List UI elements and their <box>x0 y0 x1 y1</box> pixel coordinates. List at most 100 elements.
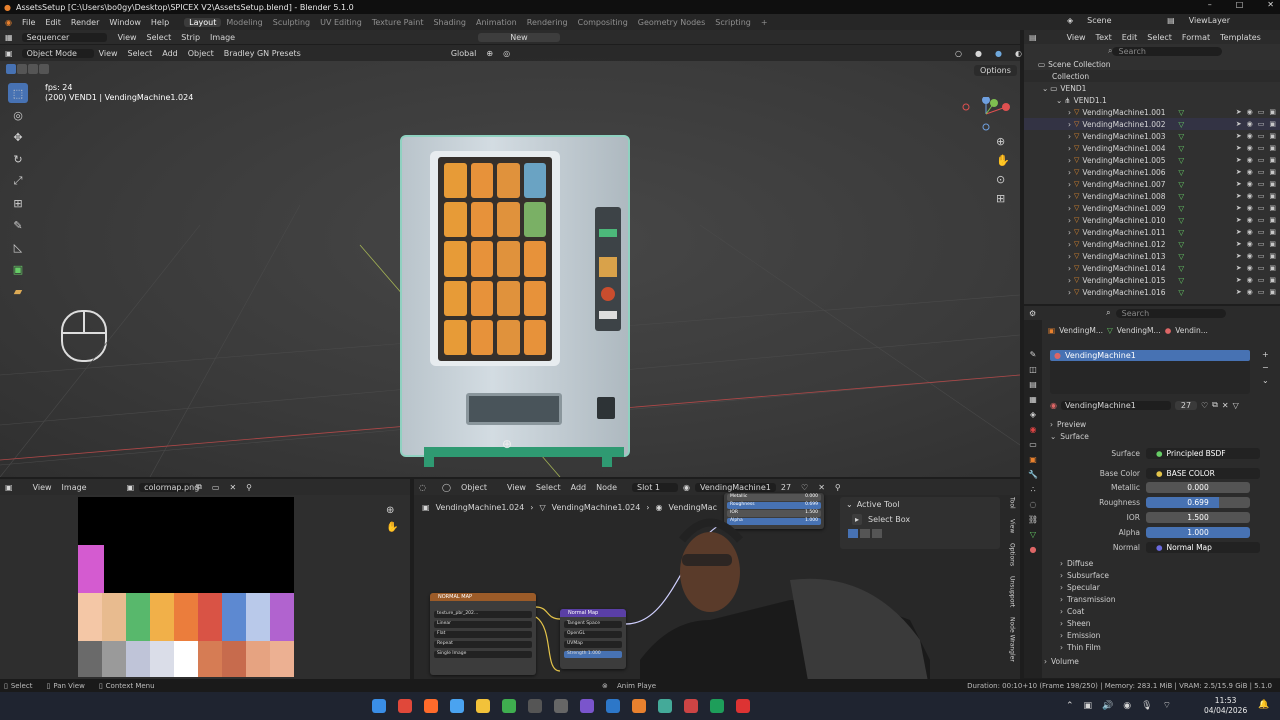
navigation-gizmo[interactable] <box>958 97 1014 131</box>
texture-image[interactable] <box>78 497 294 677</box>
outliner-object-row[interactable]: › ▽ VendingMachine1.016 ▽ ➤ ◉ ▭ ▣ <box>1024 286 1280 298</box>
expand-icon[interactable]: › <box>1068 276 1071 285</box>
start-menu-icon[interactable] <box>372 699 386 713</box>
collection-row[interactable]: Collection <box>1024 70 1280 82</box>
ior-field[interactable]: 1.500 <box>1146 512 1250 523</box>
tab-texture-paint[interactable]: Texture Paint <box>367 18 429 27</box>
bluetooth-app-icon[interactable] <box>450 699 464 713</box>
render-camera-icon[interactable]: ▣ <box>1269 180 1276 188</box>
outliner-object-row[interactable]: › ▽ VendingMachine1.013 ▽ ➤ ◉ ▭ ▣ <box>1024 250 1280 262</box>
render-camera-icon[interactable]: ▣ <box>1269 120 1276 128</box>
expand-icon[interactable]: › <box>1068 180 1071 189</box>
sidebar-tab-unsupport[interactable]: Unsupport <box>1009 576 1016 607</box>
menu-file[interactable]: File <box>17 18 40 27</box>
surface-shader-field[interactable]: ● Principled BSDF <box>1146 447 1260 459</box>
eye-icon[interactable]: ◉ <box>1247 192 1253 200</box>
selectable-icon[interactable]: ➤ <box>1236 108 1242 116</box>
selectable-icon[interactable]: ➤ <box>1236 288 1242 296</box>
brave-browser-icon[interactable] <box>398 699 412 713</box>
selectable-icon[interactable]: ➤ <box>1236 192 1242 200</box>
bsdf-subpanel-coat[interactable]: › Coat <box>1050 605 1280 617</box>
selectable-icon[interactable]: ➤ <box>1236 276 1242 284</box>
viewport-toggle-icon[interactable]: ▭ <box>1258 132 1265 140</box>
selectable-icon[interactable]: ➤ <box>1236 216 1242 224</box>
expand-icon[interactable]: › <box>1068 264 1071 273</box>
selectable-icon[interactable]: ➤ <box>1236 132 1242 140</box>
render-camera-icon[interactable]: ▣ <box>1269 108 1276 116</box>
menu-help[interactable]: Help <box>146 18 174 27</box>
outliner-object-row[interactable]: › ▽ VendingMachine1.015 ▽ ➤ ◉ ▭ ▣ <box>1024 274 1280 286</box>
render-camera-icon[interactable]: ▣ <box>1269 264 1276 272</box>
viewport-toggle-icon[interactable]: ▭ <box>1258 192 1265 200</box>
bsdf-subpanel-transmission[interactable]: › Transmission <box>1050 593 1280 605</box>
render-camera-icon[interactable]: ▣ <box>1269 204 1276 212</box>
eye-icon[interactable]: ◉ <box>1247 144 1253 152</box>
file-explorer-icon[interactable] <box>476 699 490 713</box>
image-browse-icon[interactable]: ▣ <box>122 483 140 492</box>
outliner-object-row[interactable]: › ▽ VendingMachine1.001 ▽ ➤ ◉ ▭ ▣ <box>1024 106 1280 118</box>
tab-compositing[interactable]: Compositing <box>573 18 633 27</box>
outliner-menu-select[interactable]: Select <box>1142 33 1177 42</box>
image-menu-image[interactable]: Image <box>57 483 92 492</box>
viewport-toggle-icon[interactable]: ▭ <box>1258 288 1265 296</box>
app-icon[interactable] <box>684 699 698 713</box>
selectable-icon[interactable]: ➤ <box>1236 204 1242 212</box>
image-menu-view[interactable]: View <box>28 483 57 492</box>
expand-icon[interactable]: › <box>1068 132 1071 141</box>
outliner-object-row[interactable]: › ▽ VendingMachine1.014 ▽ ➤ ◉ ▭ ▣ <box>1024 262 1280 274</box>
world-tab-icon[interactable]: ◉ <box>1030 425 1037 434</box>
app-icon[interactable] <box>658 699 672 713</box>
tool-tab-icon[interactable]: ✎ <box>1030 350 1037 359</box>
menu-window[interactable]: Window <box>104 18 146 27</box>
viewport-toggle-icon[interactable]: ▭ <box>1258 168 1265 176</box>
volume-section[interactable]: › Volume <box>1044 655 1280 667</box>
sidebar-tab-view[interactable]: View <box>1009 519 1016 533</box>
seq-menu-select[interactable]: Select <box>142 33 177 42</box>
breadcrumb-material[interactable]: Vendin... <box>1175 326 1208 335</box>
zoom-icon[interactable]: ⊕ <box>386 505 398 516</box>
render-camera-icon[interactable]: ▣ <box>1269 132 1276 140</box>
outliner-object-row[interactable]: › ▽ VendingMachine1.010 ▽ ➤ ◉ ▭ ▣ <box>1024 214 1280 226</box>
breadcrumb-mesh[interactable]: VendingM... <box>1117 326 1161 335</box>
bsdf-subpanel-subsurface[interactable]: › Subsurface <box>1050 569 1280 581</box>
collection-tab-icon[interactable]: ▭ <box>1029 440 1037 449</box>
expand-icon[interactable]: › <box>1068 252 1071 261</box>
duplicate-material-icon[interactable]: ⧉ <box>1212 400 1218 410</box>
tab-layout[interactable]: Layout <box>184 17 222 27</box>
bsdf-subpanel-diffuse[interactable]: › Diffuse <box>1050 557 1280 569</box>
zoom-icon[interactable]: ⊕ <box>996 135 1010 148</box>
tray-chevron-icon[interactable]: ⌃ <box>1066 701 1074 711</box>
viewport-toggle-icon[interactable]: ▭ <box>1258 180 1265 188</box>
preview-section[interactable]: › Preview <box>1050 418 1280 430</box>
particles-tab-icon[interactable]: ∴ <box>1030 485 1035 494</box>
data-tab-icon[interactable]: ▽ <box>1030 530 1036 539</box>
volume-icon[interactable]: 🔊 <box>1102 701 1113 711</box>
expand-icon[interactable]: › <box>1068 192 1071 201</box>
material-slot-row[interactable]: ● VendingMachine1 <box>1050 350 1250 361</box>
tray-app-icon[interactable]: ◉ <box>1123 701 1131 711</box>
constraint-tab-icon[interactable]: ⛓ <box>1028 515 1038 524</box>
render-camera-icon[interactable]: ▣ <box>1269 276 1276 284</box>
tab-geometry-nodes[interactable]: Geometry Nodes <box>633 18 710 27</box>
render-camera-icon[interactable]: ▣ <box>1269 144 1276 152</box>
render-camera-icon[interactable]: ▣ <box>1269 240 1276 248</box>
object-tab-icon[interactable]: ▣ <box>1029 455 1037 464</box>
metallic-field[interactable]: 0.000 <box>1146 482 1250 493</box>
tab-sculpting[interactable]: Sculpting <box>268 18 315 27</box>
render-tab-icon[interactable]: ◫ <box>1029 365 1037 374</box>
expand-icon[interactable]: › <box>1068 120 1071 129</box>
image-folder-icon[interactable]: ▭ <box>207 483 225 492</box>
viewport-toggle-icon[interactable]: ▭ <box>1258 120 1265 128</box>
outliner-menu-edit[interactable]: Edit <box>1117 33 1143 42</box>
image-name-field[interactable]: colormap.png <box>139 482 199 492</box>
outliner-menu-view[interactable]: View <box>1062 33 1091 42</box>
expand-icon[interactable]: › <box>1068 156 1071 165</box>
scene-name[interactable]: Scene <box>1082 16 1138 25</box>
tab-shading[interactable]: Shading <box>428 18 471 27</box>
view-layer-tab-icon[interactable]: ▦ <box>1029 395 1037 404</box>
viewport-toggle-icon[interactable]: ▭ <box>1258 264 1265 272</box>
outliner-object-row[interactable]: › ▽ VendingMachine1.008 ▽ ➤ ◉ ▭ ▣ <box>1024 190 1280 202</box>
render-camera-icon[interactable]: ▣ <box>1269 216 1276 224</box>
expand-icon[interactable]: › <box>1068 240 1071 249</box>
roughness-slider[interactable]: 0.699 <box>1146 497 1250 508</box>
